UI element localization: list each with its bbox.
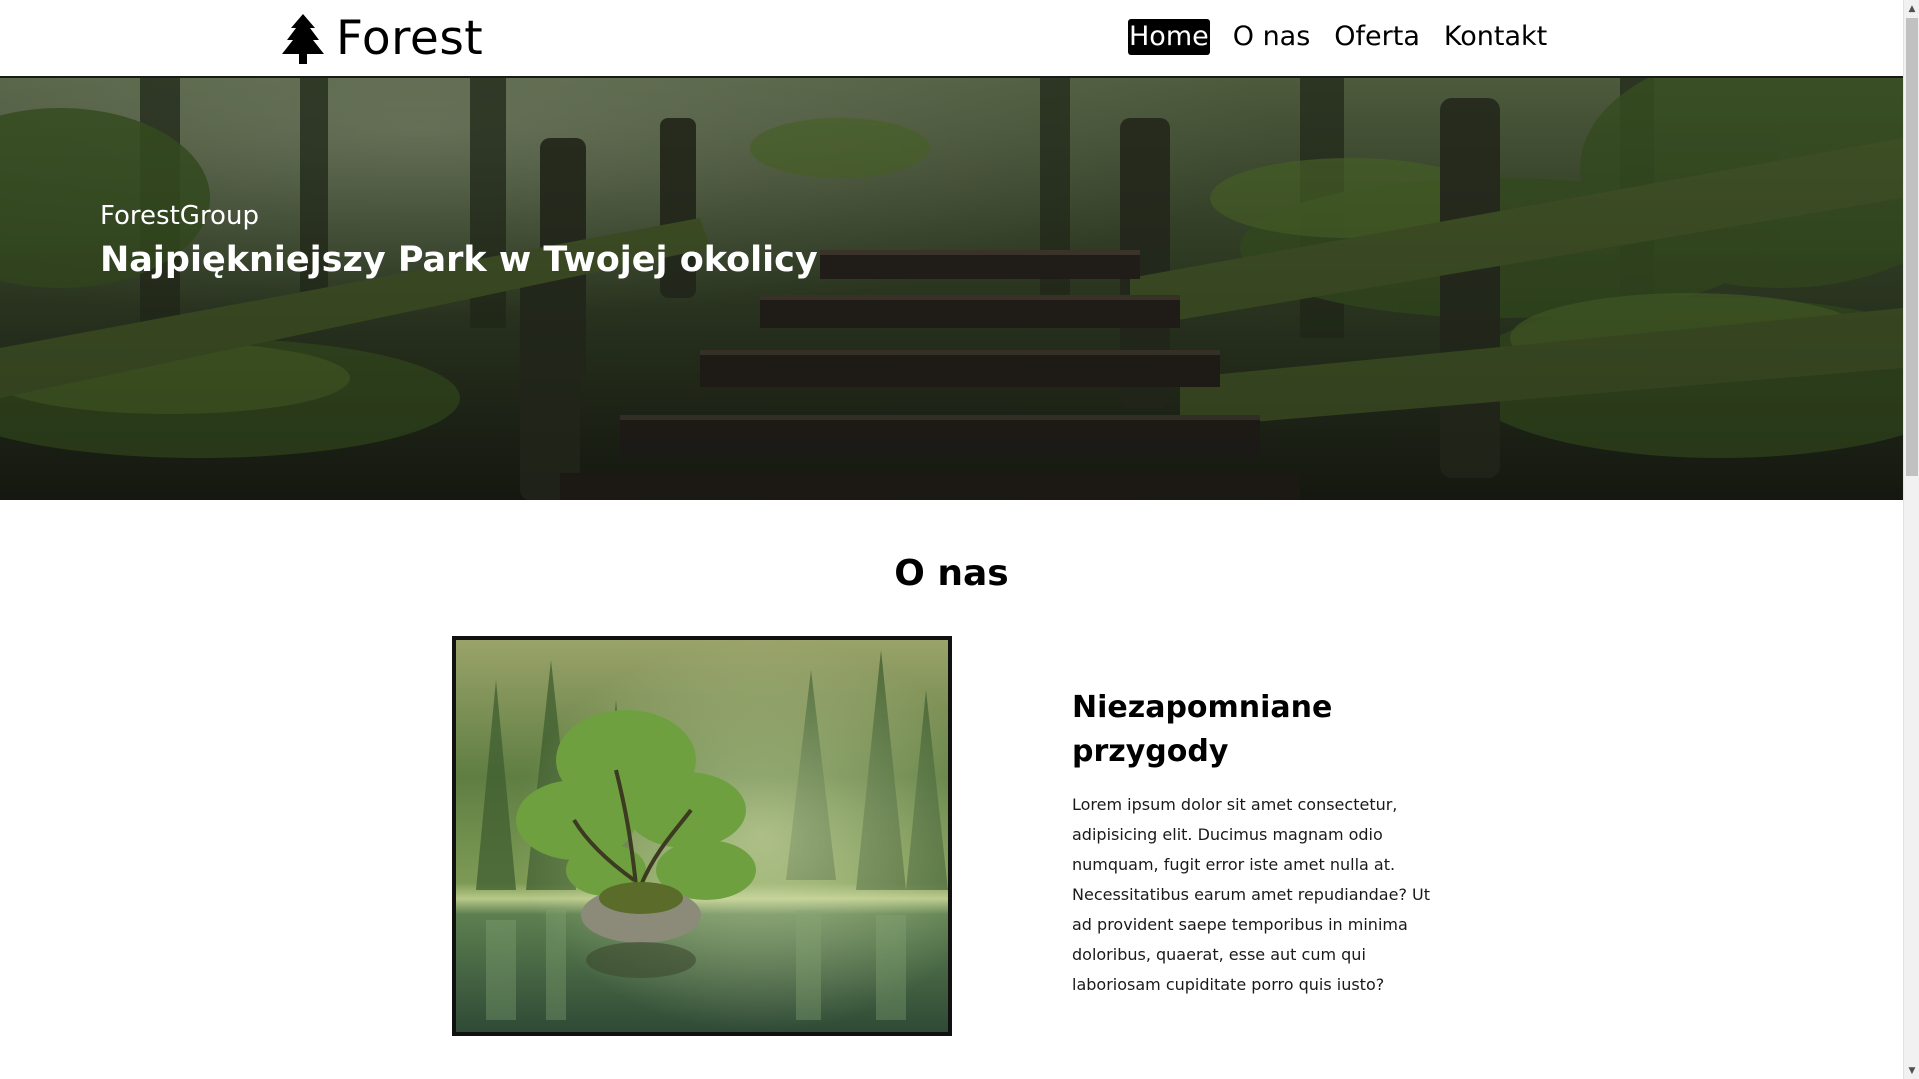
- hero-banner: ForestGroup Najpiękniejszy Park w Twojej…: [0, 78, 1903, 500]
- navbar: Forest Home O nas Oferta Kontakt: [0, 0, 1903, 78]
- tree-island-lake-image: [456, 640, 948, 1032]
- about-title: Niezapomniane przygody: [1072, 690, 1333, 769]
- hero-subtitle: ForestGroup: [100, 201, 259, 231]
- hero-background-image: [0, 78, 1903, 500]
- scroll-up-arrow-icon[interactable]: ▲: [1904, 0, 1919, 17]
- nav-link-oferta[interactable]: Oferta: [1333, 19, 1421, 55]
- about-body-text: Lorem ipsum dolor sit amet consectetur, …: [1072, 795, 1430, 994]
- nav-link-o-nas[interactable]: O nas: [1232, 19, 1312, 55]
- nav-link-kontakt[interactable]: Kontakt: [1443, 19, 1548, 55]
- about-image: [452, 636, 952, 1036]
- nav-link-home[interactable]: Home: [1128, 19, 1210, 55]
- scroll-down-arrow-icon[interactable]: ▼: [1904, 1062, 1919, 1079]
- tree-icon: [282, 14, 324, 64]
- main-nav: Home O nas Oferta Kontakt: [1128, 19, 1548, 55]
- brand-logo-link[interactable]: Forest: [282, 10, 483, 68]
- hero-title: Najpiękniejszy Park w Twojej okolicy: [100, 240, 818, 280]
- about-section-heading: O nas: [894, 553, 1009, 594]
- brand-name: Forest: [336, 11, 484, 66]
- about-text-block: Niezapomniane przygody Lorem ipsum dolor…: [1072, 686, 1432, 1000]
- viewport: Forest Home O nas Oferta Kontakt ForestG…: [0, 0, 1903, 1079]
- page: Forest Home O nas Oferta Kontakt ForestG…: [0, 0, 1919, 1079]
- scrollbar-thumb[interactable]: [1906, 18, 1918, 476]
- vertical-scrollbar[interactable]: ▲ ▼: [1903, 0, 1919, 1079]
